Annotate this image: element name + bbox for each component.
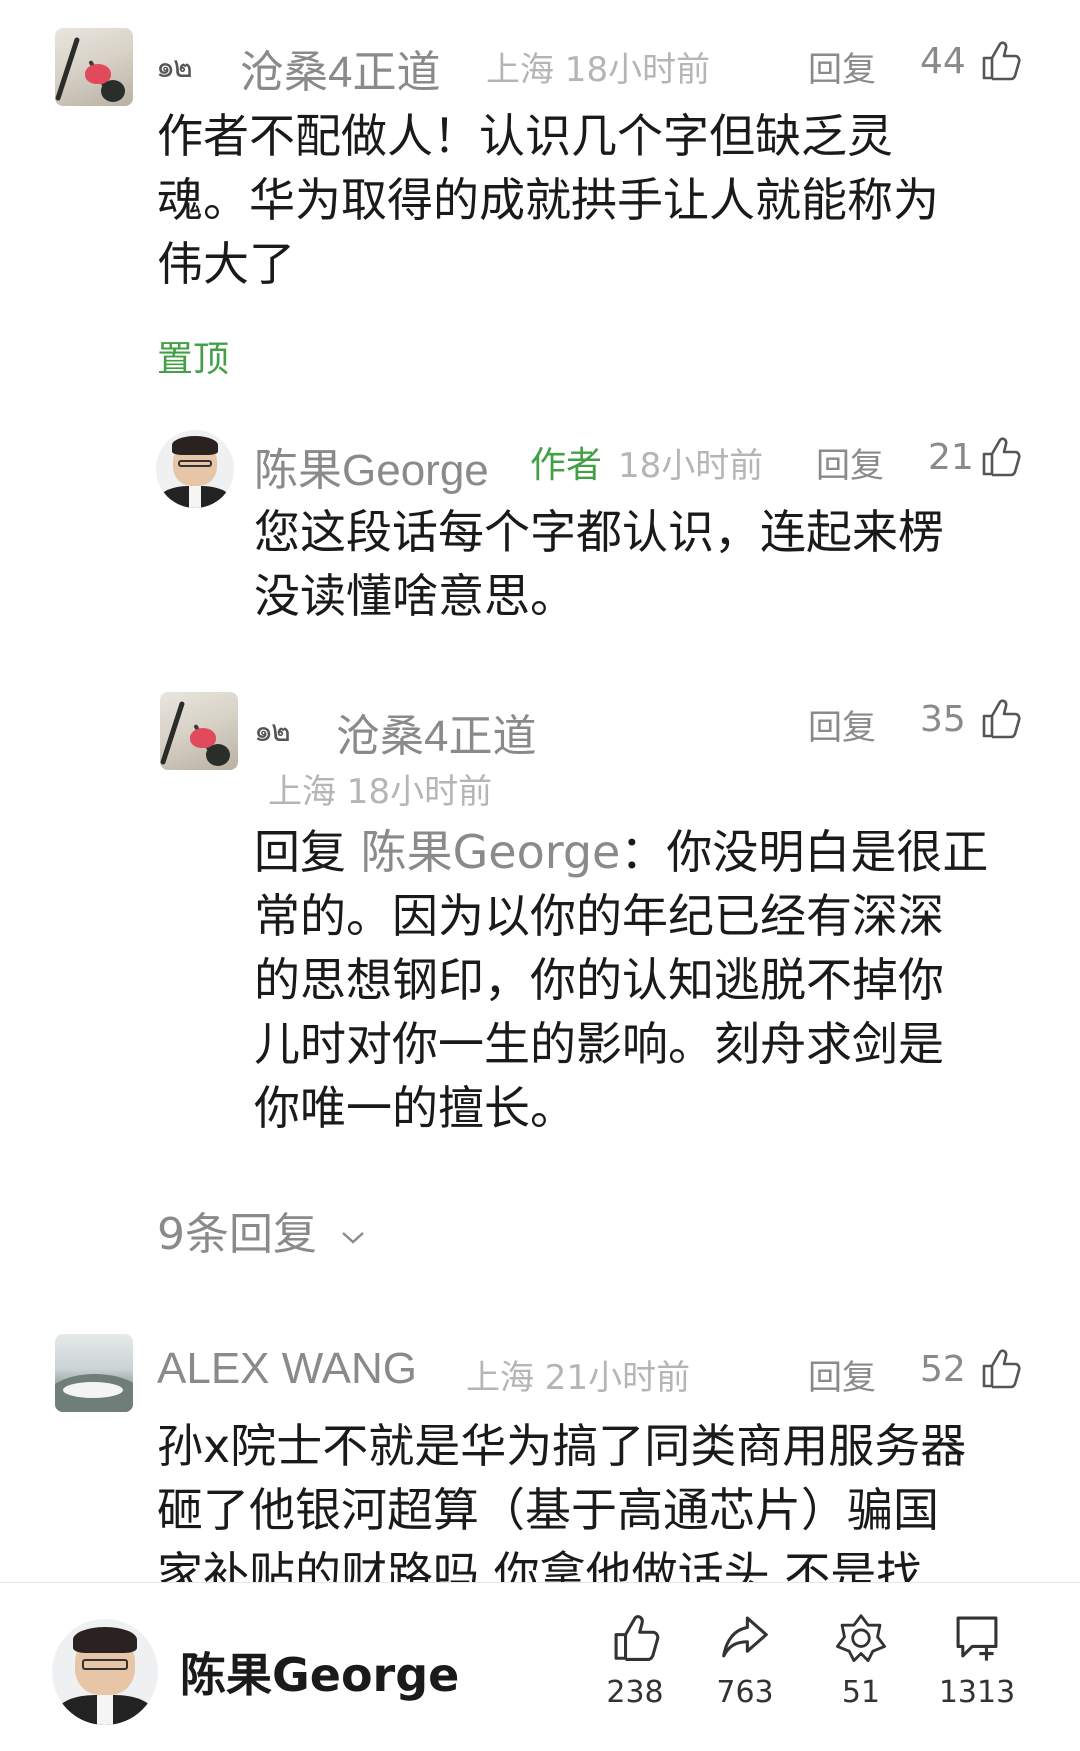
user-badge-icon: ๑๒ — [156, 50, 193, 85]
flower-favorite-icon — [835, 1614, 887, 1663]
pinned-label: 置顶 — [157, 339, 230, 380]
like-count: 21 — [928, 437, 974, 478]
comment-feed: ๑๒ 沧桑4正道 上海 18小时前 回复 44 作者不配做人！认识几个字但缺乏灵… — [0, 0, 1080, 1582]
comment-username[interactable]: 沧桑4正道 — [336, 700, 536, 764]
like-button[interactable]: 238 — [580, 1611, 690, 1710]
more-replies-label: 9条回复 — [157, 1209, 317, 1260]
comment-text: 孙x院士不就是华为搞了同类商用服务器 砸了他银河超算（基于高通芯片）骗国 家补贴… — [157, 1419, 967, 1582]
thumbs-up-icon — [614, 1615, 660, 1661]
comment-text: 作者不配做人！认识几个字但缺乏灵 魂。华为取得的成就拱手让人就能称为 伟大了 — [157, 109, 939, 291]
bottom-action-bar: 陈果George 238 763 51 1313 — [0, 1582, 1080, 1751]
thumbs-up-icon[interactable] — [978, 434, 1022, 478]
reply-button[interactable]: 回复 — [808, 42, 876, 91]
author-name[interactable]: 陈果George — [180, 1639, 459, 1705]
thumbs-up-icon[interactable] — [978, 696, 1022, 740]
thumbs-up-icon[interactable] — [978, 1346, 1022, 1390]
reply-target-user[interactable]: 陈果George — [361, 825, 621, 879]
chevron-down-icon — [342, 1232, 364, 1244]
reply-prefix: 回复 — [254, 825, 361, 879]
share-total: 763 — [716, 1675, 774, 1710]
comment-username[interactable]: 沧桑4正道 — [240, 36, 440, 100]
like-count: 35 — [920, 699, 966, 740]
thumbs-up-icon[interactable] — [978, 38, 1022, 82]
favorite-total: 51 — [841, 1675, 881, 1710]
comment-button[interactable]: 1313 — [922, 1611, 1032, 1710]
like-count: 52 — [920, 1349, 966, 1390]
favorite-button[interactable]: 51 — [806, 1611, 916, 1710]
add-comment-icon — [956, 1616, 998, 1661]
reply-button[interactable]: 回复 — [808, 700, 876, 749]
comment-location-time: 上海 21小时前 — [466, 1358, 691, 1398]
comment-username[interactable]: 陈果George — [254, 434, 489, 498]
author-badge: 作者 — [530, 445, 603, 486]
reply-button[interactable]: 回复 — [808, 1350, 876, 1399]
comment-text: 您这段话每个字都认识，连起来楞 没读懂啥意思。 — [254, 505, 944, 623]
avatar[interactable] — [55, 28, 133, 106]
comment-location-time: 上海 18小时前 — [486, 50, 711, 90]
comment-username[interactable]: ALEX WANG — [157, 1344, 417, 1394]
avatar[interactable] — [156, 430, 234, 508]
comment-total: 1313 — [938, 1675, 1016, 1710]
avatar[interactable] — [55, 1334, 133, 1412]
comment-location-time: 上海 18小时前 — [268, 772, 493, 812]
reply-button[interactable]: 回复 — [816, 438, 884, 487]
like-total: 238 — [606, 1675, 664, 1710]
author-avatar[interactable] — [52, 1619, 158, 1725]
share-icon — [722, 1616, 768, 1658]
comment-text: 回复 陈果George：你没明白是很正 常的。因为以你的年纪已经有深深 的思想钢… — [254, 820, 1034, 1140]
share-button[interactable]: 763 — [690, 1611, 800, 1710]
comment-time: 18小时前 — [618, 446, 764, 486]
avatar[interactable] — [160, 692, 238, 770]
user-badge-icon: ๑๒ — [254, 714, 291, 749]
more-replies-toggle[interactable]: 9条回复 — [157, 1198, 367, 1262]
like-count: 44 — [920, 41, 966, 82]
